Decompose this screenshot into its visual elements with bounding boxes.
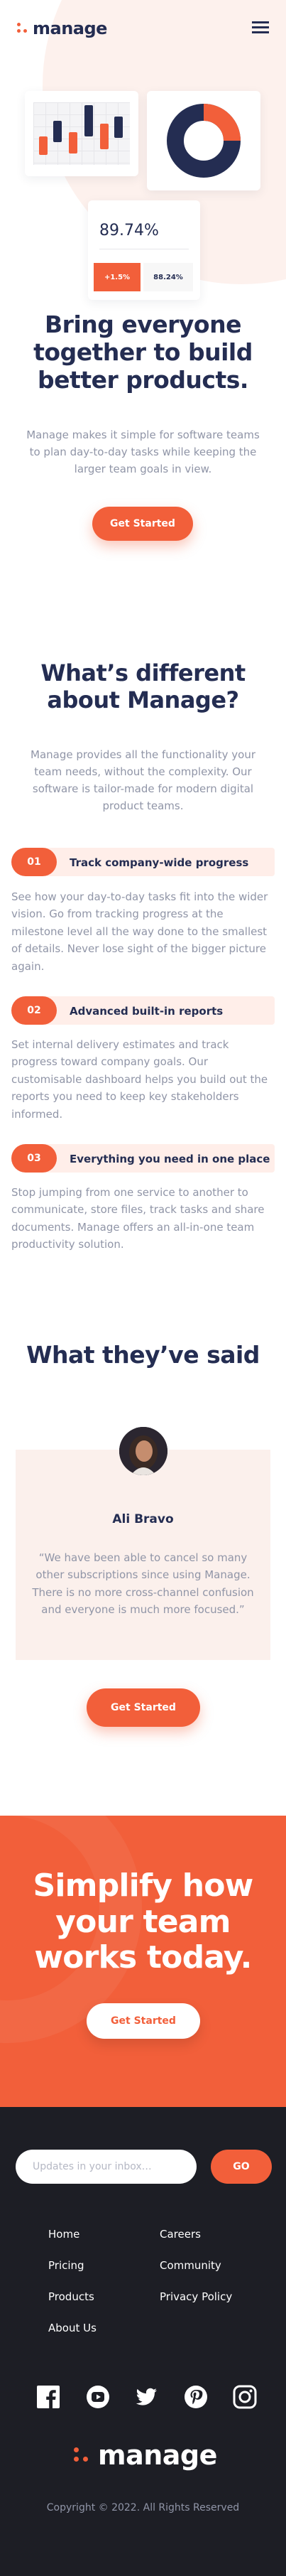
features-title: What’s different about Manage? <box>40 659 246 714</box>
header: manage <box>0 0 286 57</box>
footer-link-products[interactable]: Products <box>48 2290 94 2303</box>
youtube-icon[interactable] <box>85 2384 111 2410</box>
hero-subtitle: Manage makes it simple for software team… <box>26 429 260 475</box>
logo-mark-icon <box>74 2447 89 2463</box>
feature-header: 02 Advanced built-in reports <box>11 996 275 1025</box>
stat-card: 89.74% +1.5% 88.24% <box>88 200 200 300</box>
feature-body: Stop jumping from one service to another… <box>11 1186 265 1251</box>
donut-chart-icon <box>167 104 241 178</box>
logo-mark-icon <box>17 23 28 34</box>
stat-change-badge: +1.5% <box>94 263 141 291</box>
avatar <box>119 1427 167 1475</box>
feature-header: 01 Track company-wide progress <box>11 848 275 876</box>
footer-link-home[interactable]: Home <box>48 2228 79 2241</box>
instagram-icon[interactable] <box>232 2384 258 2410</box>
feature-header: 03 Everything you need in one place <box>11 1144 275 1173</box>
facebook-icon[interactable] <box>35 2384 61 2410</box>
cta-get-started-button[interactable]: Get Started <box>87 2003 200 2039</box>
footer-logo[interactable]: manage <box>74 2440 217 2471</box>
chart-bar <box>53 121 62 142</box>
bar-chart-grid <box>33 102 130 165</box>
hero-get-started-button[interactable]: Get Started <box>92 507 193 541</box>
footer-link-about-us[interactable]: About Us <box>48 2322 97 2334</box>
pinterest-icon[interactable] <box>183 2384 209 2410</box>
chart-bar <box>39 136 48 155</box>
newsletter-go-button[interactable]: GO <box>211 2150 272 2184</box>
chart-bar <box>114 117 123 138</box>
chart-bar <box>69 132 77 153</box>
bar-chart-card <box>25 91 138 176</box>
feature-title: Everything you need in one place <box>70 1153 270 1165</box>
twitter-icon[interactable] <box>133 2384 159 2410</box>
footer-link-community[interactable]: Community <box>160 2259 221 2272</box>
testimonials-title: What they’ve said <box>26 1341 260 1369</box>
donut-chart-card <box>147 91 260 190</box>
testimonial-name: Ali Bravo <box>112 1512 174 1526</box>
footer: GO Home Pricing Products About Us Career… <box>0 2107 286 2576</box>
feature-body: Set internal delivery estimates and trac… <box>11 1038 268 1121</box>
testimonial-quote: “We have been able to cancel so many oth… <box>32 1551 254 1616</box>
stat-main-value: 89.74% <box>99 222 159 239</box>
chart-bar <box>84 105 93 136</box>
chart-bar <box>100 124 109 149</box>
page: manage 89.74% +1.5% 88.24% Bring everyon… <box>0 0 286 2576</box>
logo-text: manage <box>33 18 107 38</box>
feature-title: Track company-wide progress <box>70 856 249 869</box>
footer-link-privacy-policy[interactable]: Privacy Policy <box>160 2290 232 2303</box>
cta-section: Simplify how your team works today. Get … <box>0 1816 286 2107</box>
newsletter-input[interactable] <box>16 2150 197 2184</box>
hamburger-icon[interactable] <box>252 21 269 34</box>
feature-number: 02 <box>11 996 57 1025</box>
feature-title: Advanced built-in reports <box>70 1005 224 1018</box>
footer-link-pricing[interactable]: Pricing <box>48 2259 84 2272</box>
feature-number: 01 <box>11 848 57 876</box>
footer-logo-text: manage <box>98 2440 217 2471</box>
social-links <box>32 2384 259 2413</box>
footer-link-careers[interactable]: Careers <box>160 2228 201 2241</box>
logo[interactable]: manage <box>17 18 107 38</box>
features-subtitle: Manage provides all the functionality yo… <box>31 748 255 812</box>
avatar-portrait-icon <box>119 1427 167 1475</box>
feature-body: See how your day-to-day tasks fit into t… <box>11 890 268 973</box>
hero-title: Bring everyone together to build better … <box>33 311 253 394</box>
cta-title: Simplify how your team works today. <box>33 1868 253 1976</box>
copyright-text: Copyright © 2022. All Rights Reserved <box>46 2502 240 2513</box>
feature-number: 03 <box>11 1144 57 1173</box>
testimonials-get-started-button[interactable]: Get Started <box>87 1688 200 1727</box>
stat-secondary-value: 88.24% <box>143 263 193 291</box>
